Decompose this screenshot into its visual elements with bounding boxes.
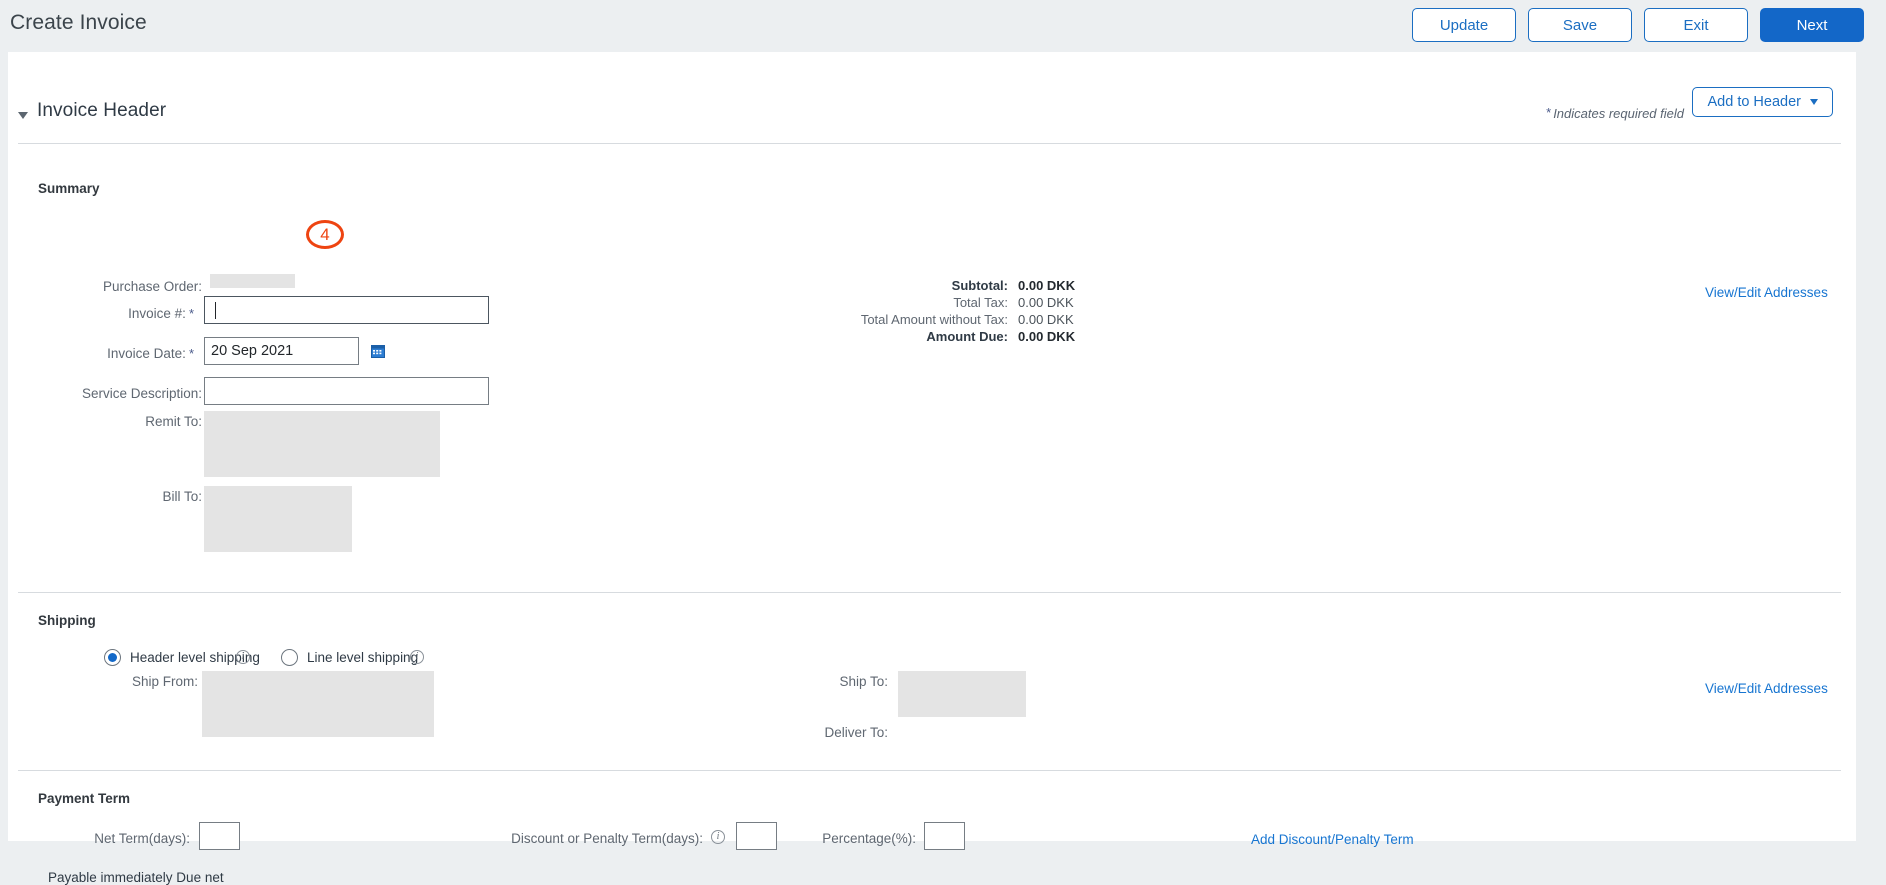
invoice-number-input[interactable] <box>204 296 489 324</box>
toolbar-button-group: Update Save Exit Next <box>1412 8 1864 42</box>
required-note-text: Indicates required field <box>1553 106 1684 121</box>
required-field-note: * Indicates required field <box>1546 105 1684 121</box>
invoice-number-label: Invoice #: * <box>8 306 194 321</box>
invoice-form-card: Invoice Header * Indicates required field… <box>8 52 1856 885</box>
amount-due-value: 0.00 DKK <box>1018 329 1076 344</box>
add-to-header-label: Add to Header <box>1707 94 1801 110</box>
info-icon-line-level-shipping[interactable]: i <box>410 650 424 664</box>
total-amount-without-tax-label: Total Amount without Tax: <box>860 312 1008 327</box>
section-title: Invoice Header <box>37 100 167 121</box>
discount-penalty-term-label: Discount or Penalty Term(days): <box>511 831 703 846</box>
ship-from-label: Ship From: <box>131 674 198 689</box>
top-toolbar: Create Invoice Update Save Exit Next <box>0 0 1886 52</box>
page-title: Create Invoice <box>10 11 147 34</box>
required-asterisk-icon: * <box>1546 105 1552 120</box>
invoice-header-section-head: Invoice Header * Indicates required field… <box>8 87 1856 144</box>
total-amount-without-tax-value: 0.00 DKK <box>1018 312 1074 327</box>
purchase-order-value <box>210 274 295 288</box>
invoice-date-label: Invoice Date: * <box>8 346 194 361</box>
invoice-date-label-text: Invoice Date: <box>107 346 186 361</box>
add-to-header-button[interactable]: Add to Header <box>1692 87 1833 117</box>
radio-header-level-shipping[interactable] <box>104 649 121 666</box>
percentage-input[interactable] <box>924 822 965 850</box>
invoice-date-input[interactable] <box>204 337 359 365</box>
exit-button[interactable]: Exit <box>1644 8 1748 42</box>
ship-to-value <box>898 671 1026 717</box>
service-description-label: Service Description: <box>81 386 202 401</box>
ship-from-value <box>202 671 434 737</box>
invoice-number-required-asterisk: * <box>188 306 194 321</box>
net-term-label: Net Term(days): <box>94 831 190 846</box>
chevron-down-icon <box>1810 99 1818 105</box>
purchase-order-label: Purchase Order: <box>102 279 202 294</box>
summary-group-label: Summary <box>38 181 100 196</box>
info-icon-header-level-shipping[interactable]: i <box>236 650 250 664</box>
radio-line-level-shipping-label[interactable]: Line level shipping <box>307 650 418 665</box>
radio-line-level-shipping[interactable] <box>281 649 298 666</box>
invoice-date-required-asterisk: * <box>188 346 194 361</box>
text-cursor-icon <box>215 302 216 319</box>
deliver-to-label: Deliver To: <box>824 725 888 740</box>
calendar-icon[interactable] <box>371 344 385 358</box>
remit-to-value <box>204 411 440 477</box>
percentage-label: Percentage(%): <box>822 831 916 846</box>
discount-penalty-term-input[interactable] <box>736 822 777 850</box>
divider-above-shipping <box>18 592 1841 593</box>
subtotal-label: Subtotal: <box>951 278 1008 293</box>
total-tax-value: 0.00 DKK <box>1018 295 1074 310</box>
shipping-group-label: Shipping <box>38 613 96 628</box>
update-button[interactable]: Update <box>1412 8 1516 42</box>
total-tax-label: Total Tax: <box>953 295 1008 310</box>
payment-term-note: Payable immediately Due net <box>48 870 224 885</box>
remit-to-label: Remit To: <box>145 414 202 429</box>
amount-due-label: Amount Due: <box>926 329 1008 344</box>
payment-term-group-label: Payment Term <box>38 791 131 806</box>
collapse-caret-icon[interactable] <box>18 112 28 119</box>
net-term-input[interactable] <box>199 822 240 850</box>
ship-to-label: Ship To: <box>839 674 888 689</box>
invoice-number-label-text: Invoice #: <box>128 306 186 321</box>
divider-above-payment-term <box>18 770 1841 771</box>
service-description-input[interactable] <box>204 377 489 405</box>
bill-to-value <box>204 486 352 552</box>
bill-to-label: Bill To: <box>162 489 202 504</box>
divider-under-section-head <box>18 143 1841 144</box>
add-discount-penalty-term-link[interactable]: Add Discount/Penalty Term <box>1251 832 1414 847</box>
info-icon-discount-penalty-term[interactable]: i <box>711 830 725 844</box>
view-edit-addresses-link-summary[interactable]: View/Edit Addresses <box>1705 285 1828 300</box>
save-button[interactable]: Save <box>1528 8 1632 42</box>
subtotal-value: 0.00 DKK <box>1018 278 1076 293</box>
next-button[interactable]: Next <box>1760 8 1864 42</box>
view-edit-addresses-link-shipping[interactable]: View/Edit Addresses <box>1705 681 1828 696</box>
